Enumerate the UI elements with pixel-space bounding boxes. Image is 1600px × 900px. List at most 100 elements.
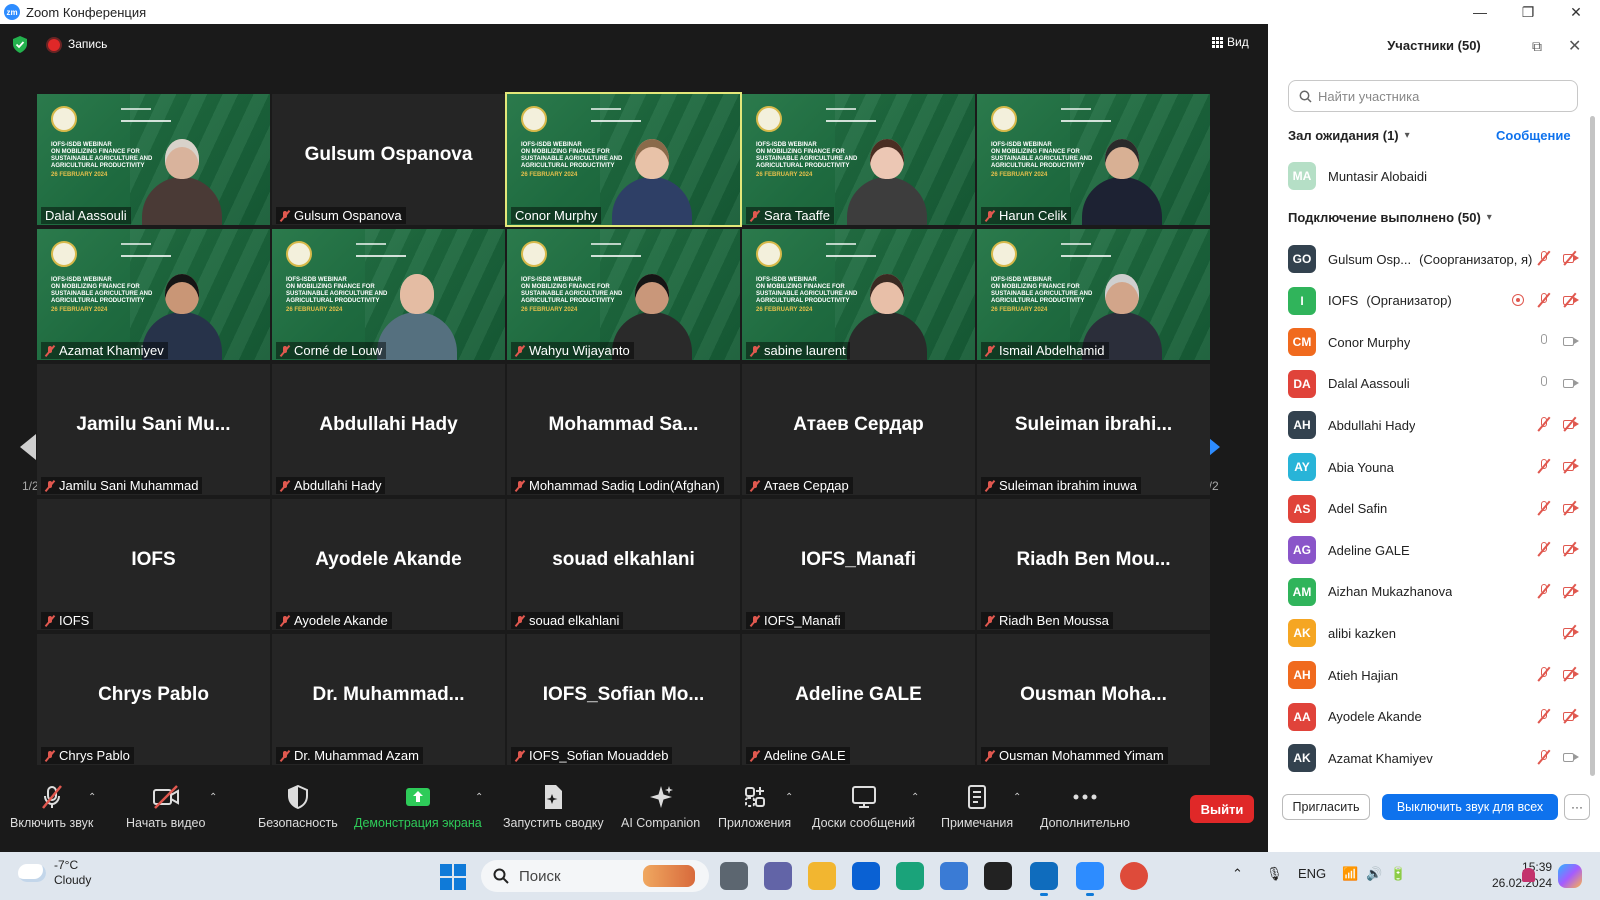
participant-video-tile[interactable]: IOFS-IsDB WEBINAR ON MOBILIZING FINANCE F…	[977, 94, 1210, 225]
participant-video-tile[interactable]: IOFS-IsDB WEBINAR ON MOBILIZING FINANCE F…	[505, 92, 742, 227]
waiting-participant-row[interactable]: MA Muntasir Alobaidi	[1288, 161, 1578, 191]
message-waiting-link[interactable]: Сообщение	[1496, 128, 1571, 143]
participant-row[interactable]: AH Atieh Hajian	[1288, 660, 1579, 690]
encryption-shield-icon[interactable]	[12, 36, 28, 53]
unmute-button[interactable]: Включить звук	[10, 784, 93, 830]
minimize-button[interactable]: —	[1456, 0, 1504, 24]
notes-options-caret-icon[interactable]: ⌃	[1013, 792, 1021, 803]
dropbox-icon[interactable]	[852, 862, 880, 890]
microphone-tray-icon[interactable]: 🎙	[1266, 866, 1283, 882]
invite-button[interactable]: Пригласить	[1282, 794, 1370, 820]
security-button[interactable]: Безопасность	[258, 784, 338, 830]
mic-muted-icon	[45, 345, 55, 357]
whiteboards-button[interactable]: Доски сообщений	[812, 784, 915, 830]
notes-button[interactable]: Примечания	[941, 784, 1013, 830]
participant-display-name: IOFS	[131, 549, 176, 570]
close-panel-icon[interactable]: ✕	[1568, 36, 1581, 56]
ai-companion-button[interactable]: AI Companion	[621, 784, 700, 830]
recording-label[interactable]: Запись	[68, 37, 107, 51]
mute-all-button[interactable]: Выключить звук для всех	[1382, 794, 1558, 820]
apps-options-caret-icon[interactable]: ⌃	[785, 792, 793, 803]
participant-video-tile[interactable]: Gulsum Ospanova Gulsum Ospanova	[272, 94, 505, 225]
participant-row[interactable]: DA Dalal Aassouli	[1288, 369, 1579, 399]
copilot-icon[interactable]	[1558, 864, 1582, 888]
connected-header[interactable]: Подключение выполнено (50) ▾	[1288, 210, 1492, 225]
participant-row[interactable]: I IOFS (Организатор)	[1288, 286, 1579, 316]
windows-start-icon[interactable]	[440, 864, 466, 890]
participant-row[interactable]: AS Adel Safin	[1288, 494, 1579, 524]
participant-video-tile[interactable]: IOFS_Manafi IOFS_Manafi	[742, 499, 975, 630]
restore-button[interactable]: ❐	[1504, 0, 1552, 24]
participant-video-tile[interactable]: Adeline GALE Adeline GALE	[742, 634, 975, 765]
participant-video-tile[interactable]: IOFS-IsDB WEBINAR ON MOBILIZING FINANCE F…	[742, 229, 975, 360]
participant-search[interactable]	[1288, 80, 1578, 112]
chrome-browser-icon[interactable]	[1120, 862, 1148, 890]
tray-overflow-chevron-icon[interactable]: ⌃	[1232, 866, 1243, 882]
leave-button[interactable]: Выйти	[1190, 795, 1254, 823]
mic-muted-icon	[45, 615, 55, 627]
participant-row[interactable]: GO Gulsum Osp... (Соорганизатор, я)	[1288, 244, 1579, 274]
participant-video-tile[interactable]: Атаев Сердар Атаев Сердар	[742, 364, 975, 495]
participant-video-tile[interactable]: IOFS-IsDB WEBINAR ON MOBILIZING FINANCE F…	[977, 229, 1210, 360]
participant-row[interactable]: AH Abdullahi Hady	[1288, 410, 1579, 440]
participant-video-tile[interactable]: IOFS-IsDB WEBINAR ON MOBILIZING FINANCE F…	[37, 229, 270, 360]
popout-icon[interactable]: ⧉	[1532, 38, 1542, 55]
participant-row[interactable]: AG Adeline GALE	[1288, 535, 1579, 565]
participant-video-tile[interactable]: IOFS_Sofian Mo... IOFS_Sofian Mouaddeb	[507, 634, 740, 765]
participant-search-input[interactable]	[1318, 88, 1558, 104]
participant-video-tile[interactable]: Ayodele Akande Ayodele Akande	[272, 499, 505, 630]
notification-bell-icon[interactable]	[1522, 868, 1535, 882]
edge-browser-icon[interactable]	[896, 862, 924, 890]
participant-video-tile[interactable]: Chrys Pablo Chrys Pablo	[37, 634, 270, 765]
battery-icon[interactable]: 🔋	[1390, 866, 1406, 882]
share-screen-button[interactable]: Демонстрация экрана	[354, 784, 482, 830]
participant-video-tile[interactable]: Ousman Moha... Ousman Mohammed Yimam	[977, 634, 1210, 765]
participant-video-tile[interactable]: Riadh Ben Mou... Riadh Ben Moussa	[977, 499, 1210, 630]
participants-scrollbar[interactable]	[1590, 116, 1595, 776]
participant-video-tile[interactable]: Abdullahi Hady Abdullahi Hady	[272, 364, 505, 495]
share-options-caret-icon[interactable]: ⌃	[475, 792, 483, 803]
start-video-button[interactable]: Начать видео	[126, 784, 205, 830]
task-view-icon[interactable]	[720, 862, 748, 890]
zoom-taskbar-icon[interactable]	[1076, 862, 1104, 896]
teams-chat-icon[interactable]	[764, 862, 792, 890]
participant-video-tile[interactable]: IOFS IOFS	[37, 499, 270, 630]
waiting-room-header[interactable]: Зал ожидания (1) ▾	[1288, 128, 1410, 143]
panel-more-button[interactable]: ···	[1564, 794, 1590, 820]
start-summary-button[interactable]: Запустить сводку	[503, 784, 604, 830]
view-button[interactable]: Вид	[1212, 35, 1249, 49]
participant-display-name: Riadh Ben Mou...	[1016, 549, 1171, 570]
terminal-app-icon[interactable]	[984, 862, 1012, 890]
participant-row[interactable]: AM Aizhan Mukazhanova	[1288, 577, 1579, 607]
participant-video-tile[interactable]: IOFS-IsDB WEBINAR ON MOBILIZING FINANCE F…	[742, 94, 975, 225]
video-options-caret-icon[interactable]: ⌃	[209, 792, 217, 803]
input-language[interactable]: ENG	[1298, 866, 1326, 881]
participant-video-tile[interactable]: Mohammad Sa... Mohammad Sadiq Lodin(Afgha…	[507, 364, 740, 495]
participant-video-tile[interactable]: Dr. Muhammad... Dr. Muhammad Azam	[272, 634, 505, 765]
audio-options-caret-icon[interactable]: ⌃	[88, 792, 96, 803]
wifi-icon[interactable]: 📶	[1342, 866, 1358, 882]
taskbar-search[interactable]: Поиск	[481, 860, 709, 892]
participant-row[interactable]: AY Abia Youna	[1288, 452, 1579, 482]
file-explorer-icon[interactable]	[808, 862, 836, 890]
participant-row[interactable]: AA Ayodele Akande	[1288, 702, 1579, 732]
volume-icon[interactable]: 🔊	[1366, 866, 1382, 882]
participant-video-tile[interactable]: souad elkahlani souad elkahlani	[507, 499, 740, 630]
participant-row[interactable]: CM Conor Murphy	[1288, 327, 1579, 357]
outlook-icon[interactable]	[1030, 862, 1058, 896]
participant-video-tile[interactable]: Jamilu Sani Mu... Jamilu Sani Muhammad	[37, 364, 270, 495]
participant-video-tile[interactable]: IOFS-IsDB WEBINAR ON MOBILIZING FINANCE F…	[272, 229, 505, 360]
participant-video-tile[interactable]: Suleiman ibrahi... Suleiman ibrahim inuwa	[977, 364, 1210, 495]
whiteboard-options-caret-icon[interactable]: ⌃	[911, 792, 919, 803]
participant-video-tile[interactable]: IOFS-IsDB WEBINAR ON MOBILIZING FINANCE F…	[507, 229, 740, 360]
participant-row[interactable]: AK alibi kazken	[1288, 618, 1579, 648]
participant-video-tile[interactable]: IOFS-IsDB WEBINAR ON MOBILIZING FINANCE F…	[37, 94, 270, 225]
close-window-button[interactable]: ✕	[1552, 0, 1600, 24]
participant-row[interactable]: AK Azamat Khamiyev	[1288, 743, 1579, 773]
weather-widget[interactable]: -7°C Cloudy	[18, 858, 91, 888]
camera-icon	[1562, 375, 1579, 391]
more-button[interactable]: Дополнительно	[1040, 784, 1130, 830]
microsoft-store-icon[interactable]	[940, 862, 968, 890]
apps-button[interactable]: Приложения	[718, 784, 791, 830]
mic-icon	[1536, 375, 1552, 391]
